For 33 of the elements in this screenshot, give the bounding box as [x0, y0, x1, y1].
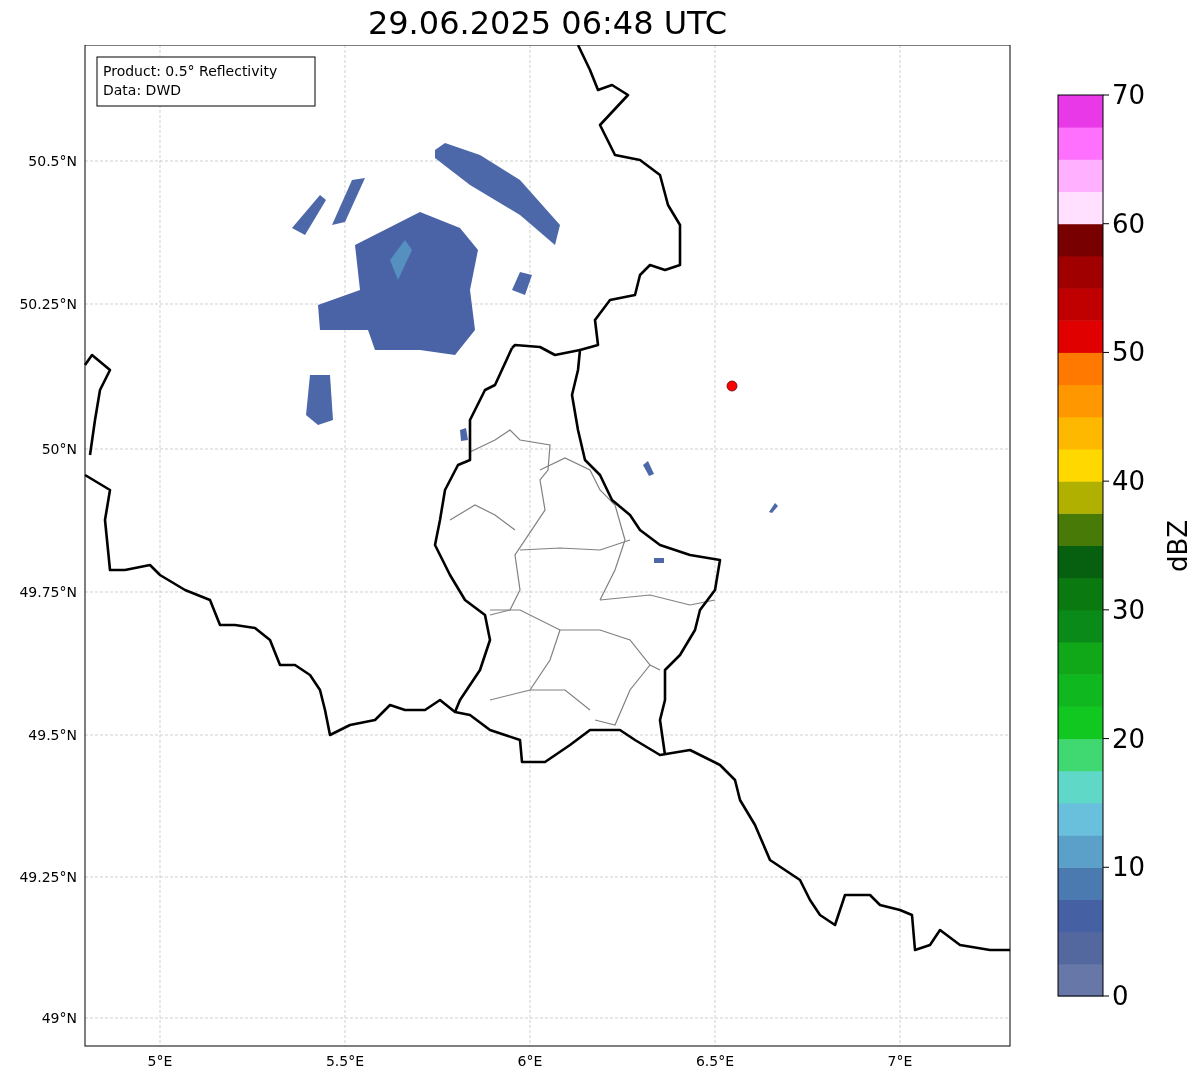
colorbar-tick-label: 20: [1112, 723, 1146, 754]
colorbar-tick-label: 40: [1112, 466, 1146, 497]
latitude-label: 50°N: [41, 441, 77, 457]
colorbar-tick-label: 50: [1112, 337, 1146, 368]
latitude-label: 50.25°N: [19, 296, 77, 312]
colorbar-tick-label: 10: [1112, 852, 1146, 883]
latitude-label: 49.75°N: [19, 584, 77, 600]
colorbar-tick-label: 30: [1112, 594, 1146, 625]
info-text: Product: 0.5° Reflectivity: [103, 63, 278, 79]
latitude-label: 49°N: [41, 1010, 77, 1026]
chart-title: 29.06.2025 06:48 UTC: [367, 6, 728, 39]
longitude-label: 5°E: [147, 1053, 173, 1069]
longitude-label: 6.5°E: [695, 1053, 735, 1069]
tick-mark: [1102, 738, 1110, 740]
info-text: Data: DWD: [103, 82, 181, 98]
tick-mark: [1102, 94, 1110, 96]
longitude-label: 6°E: [517, 1053, 543, 1069]
latitude-label: 50.5°N: [28, 153, 77, 169]
latitude-label: 49.5°N: [28, 727, 77, 743]
tick-mark: [1102, 223, 1110, 225]
colorbar-tick-label: 70: [1112, 80, 1146, 110]
tick-mark: [1102, 995, 1110, 997]
radar-site-marker: [726, 380, 738, 392]
colorbar-label: dBZ: [1162, 519, 1192, 573]
tick-mark: [1102, 351, 1110, 353]
tick-mark: [1102, 480, 1110, 482]
tick-mark: [1102, 609, 1110, 611]
colorbar-tick-label: 60: [1112, 208, 1146, 239]
longitude-label: 7°E: [887, 1053, 913, 1069]
longitude-label: 5.5°E: [325, 1053, 365, 1069]
tick-mark: [1102, 866, 1110, 868]
colorbar-tick-label: 0: [1112, 981, 1129, 1011]
latitude-label: 49.25°N: [19, 869, 77, 885]
